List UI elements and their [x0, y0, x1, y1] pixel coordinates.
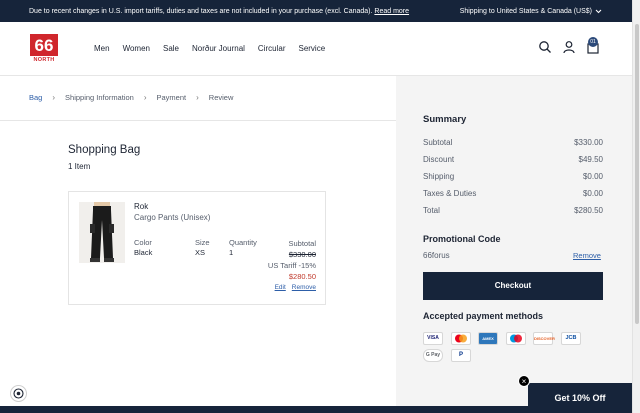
breadcrumb-bag[interactable]: Bag — [29, 93, 42, 102]
product-subtitle: Cargo Pants (Unisex) — [134, 213, 211, 222]
cargo-pants-image — [79, 202, 125, 263]
breadcrumb: Bag › Shipping Information › Payment › R… — [29, 93, 233, 102]
discover-icon: DISCOVER — [533, 332, 555, 345]
size-value: XS — [195, 248, 206, 257]
summary-row-shipping: Shipping $0.00 — [423, 172, 603, 181]
logo-mark: 66 — [30, 34, 58, 56]
item-pricing: Subtotal $330.00 US Tariff -15% $280.50 — [268, 238, 316, 282]
nav-women[interactable]: Women — [123, 44, 150, 53]
accessibility-icon — [13, 388, 24, 399]
summary-row-taxes: Taxes & Duties $0.00 — [423, 189, 603, 198]
color-attribute: Color Black — [134, 238, 152, 257]
product-name[interactable]: Rok — [134, 202, 148, 211]
quantity-label: Quantity — [229, 238, 257, 247]
summary-label: Subtotal — [423, 138, 453, 147]
color-label: Color — [134, 238, 152, 247]
announcement-bar: Due to recent changes in U.S. import tar… — [0, 0, 632, 22]
nav-circular[interactable]: Circular — [258, 44, 286, 53]
summary-value: $49.50 — [578, 155, 603, 164]
summary-value: $0.00 — [582, 189, 603, 198]
remove-link[interactable]: Remove — [292, 284, 316, 291]
page-scrollbar[interactable] — [632, 0, 640, 413]
header-icons: 01 — [538, 37, 600, 54]
maestro-icon — [506, 332, 526, 345]
summary-row-discount: Discount $49.50 — [423, 155, 603, 164]
shipping-region-label: Shipping to United States & Canada (US$) — [459, 7, 592, 15]
search-icon[interactable] — [538, 40, 552, 54]
summary-title: Summary — [423, 114, 467, 125]
promo-code-value: 66forus — [423, 251, 450, 260]
chevron-down-icon — [595, 9, 602, 13]
summary-row-total: Total $280.50 — [423, 206, 603, 215]
visa-icon: VISA — [423, 332, 443, 345]
site-header: 66 NORTH Men Women Sale Norður Journal C… — [0, 22, 632, 76]
nav-men[interactable]: Men — [94, 44, 110, 53]
page-title: Shopping Bag — [68, 144, 141, 156]
breadcrumb-separator-icon: › — [196, 93, 199, 102]
order-summary: Summary Subtotal $330.00 Discount $49.50… — [396, 76, 632, 413]
mastercard-icon — [451, 332, 471, 345]
logo-subtext: NORTH — [33, 57, 55, 63]
quantity-attribute: Quantity 1 — [229, 238, 257, 257]
product-image[interactable] — [79, 202, 125, 263]
user-icon[interactable] — [562, 40, 576, 54]
jcb-icon: JCB — [561, 332, 581, 345]
payment-methods-title: Accepted payment methods — [423, 311, 544, 321]
summary-value: $280.50 — [574, 206, 603, 215]
nav-service[interactable]: Service — [298, 44, 325, 53]
checkout-button[interactable]: Checkout — [423, 272, 603, 300]
brand-logo[interactable]: 66 NORTH — [30, 34, 58, 66]
size-label: Size — [195, 238, 210, 247]
summary-label: Taxes & Duties — [423, 189, 477, 198]
bag-content: Bag › Shipping Information › Payment › R… — [0, 76, 396, 413]
promo-remove-link[interactable]: Remove — [573, 251, 601, 260]
summary-row-subtotal: Subtotal $330.00 — [423, 138, 603, 147]
bag-count-badge: 01 — [588, 37, 598, 47]
breadcrumb-separator-icon: › — [52, 93, 56, 102]
size-attribute: Size XS — [195, 238, 210, 257]
edit-link[interactable]: Edit — [275, 284, 286, 291]
quantity-value: 1 — [229, 248, 234, 257]
tariff-discount: US Tariff -15% — [267, 261, 316, 270]
nav-sale[interactable]: Sale — [163, 44, 179, 53]
amex-icon: AMEX — [478, 332, 498, 345]
final-price: $280.50 — [288, 272, 316, 281]
logo-text: 66 — [35, 36, 54, 55]
breadcrumb-divider — [0, 120, 396, 121]
paypal-icon: P — [451, 349, 471, 362]
summary-label: Shipping — [423, 172, 455, 181]
nav-journal[interactable]: Norður Journal — [192, 44, 245, 53]
announcement-text: Due to recent changes in U.S. import tar… — [29, 7, 373, 15]
subtotal-label: Subtotal — [288, 239, 316, 248]
summary-value: $330.00 — [574, 138, 603, 147]
item-count: 1 Item — [68, 162, 91, 171]
accessibility-button[interactable] — [10, 385, 27, 402]
read-more-link[interactable]: Read more — [374, 8, 409, 15]
close-icon[interactable]: × — [518, 375, 530, 387]
breadcrumb-review[interactable]: Review — [209, 93, 234, 102]
item-actions: Edit Remove — [275, 284, 316, 291]
breadcrumb-separator-icon: › — [143, 93, 147, 102]
google-pay-icon: G Pay — [423, 349, 443, 362]
scrollbar-thumb[interactable] — [635, 24, 639, 324]
breadcrumb-shipping[interactable]: Shipping Information — [65, 93, 134, 102]
summary-value: $0.00 — [582, 172, 603, 181]
breadcrumb-payment[interactable]: Payment — [157, 93, 187, 102]
promo-title: Promotional Code — [423, 234, 501, 244]
summary-label: Total — [423, 206, 440, 215]
color-value: Black — [134, 248, 153, 257]
announcement-message: Due to recent changes in U.S. import tar… — [29, 8, 409, 15]
cart-item: Rok Cargo Pants (Unisex) Color Black Siz… — [68, 191, 326, 305]
summary-label: Discount — [423, 155, 455, 164]
shipping-region-selector[interactable]: Shipping to United States & Canada (US$) — [460, 8, 602, 15]
discount-popup-button[interactable]: Get 10% Off — [528, 383, 632, 413]
main-nav: Men Women Sale Norður Journal Circular S… — [94, 44, 325, 53]
bag-button[interactable]: 01 — [586, 37, 600, 54]
original-price: $330.00 — [288, 250, 316, 259]
